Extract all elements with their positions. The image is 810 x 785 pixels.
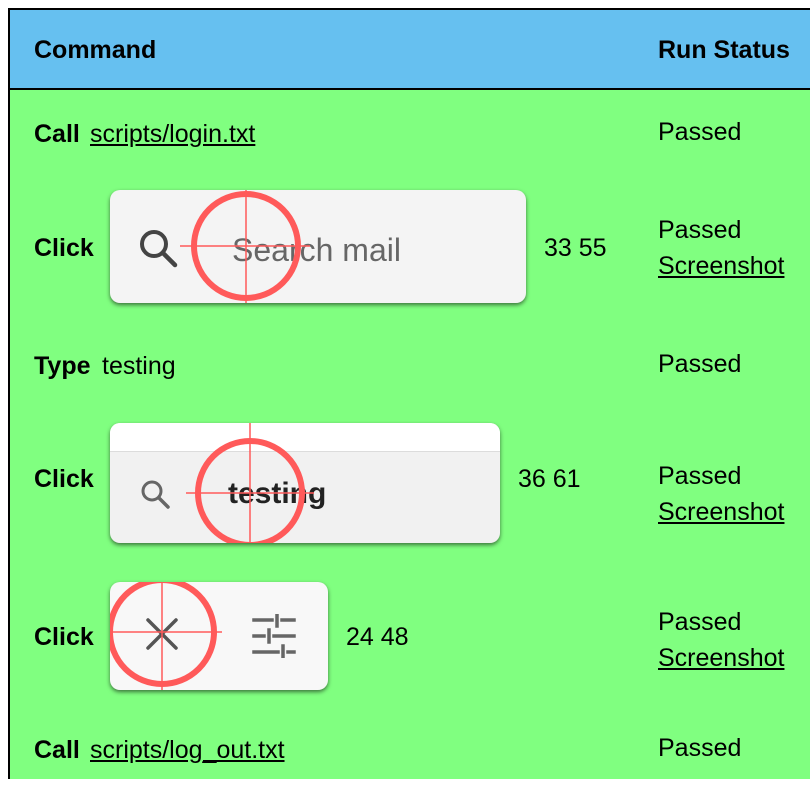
- click-coordinates: 36 61: [518, 465, 581, 493]
- run-status-cell: Passed Screenshot: [658, 212, 784, 284]
- script-link[interactable]: scripts/log_out.txt: [90, 736, 285, 765]
- table-row: Click testing 36 61 Passed Screenshot: [10, 420, 810, 550]
- run-status: Passed: [658, 734, 742, 762]
- run-status: Passed: [658, 118, 742, 146]
- table-row: Type testing Passed: [10, 320, 810, 420]
- search-icon: [140, 230, 178, 268]
- click-target-thumbnail: Search mail: [110, 190, 526, 303]
- screenshot-link[interactable]: Screenshot: [658, 640, 784, 676]
- run-status-cell: Passed Screenshot: [658, 458, 784, 530]
- command-label: Call: [34, 736, 80, 764]
- typed-text: testing: [102, 352, 176, 380]
- click-coordinates: 33 55: [544, 234, 607, 262]
- screenshot-link[interactable]: Screenshot: [658, 248, 784, 284]
- header-run-status: Run Status: [658, 36, 790, 64]
- table-row: Call scripts/login.txt Passed: [10, 90, 810, 190]
- run-status-cell: Passed Screenshot: [658, 604, 784, 676]
- command-label: Click: [34, 465, 94, 493]
- table-header: Command Run Status: [10, 10, 810, 90]
- thumbnail-top-band: [110, 423, 500, 452]
- command-table: Command Run Status Call scripts/login.tx…: [8, 8, 810, 779]
- tune-icon: [252, 614, 296, 658]
- table-row: Click 24 48 Passed Screenshot: [10, 570, 810, 700]
- screenshot-link[interactable]: Screenshot: [658, 494, 784, 530]
- search-icon: [141, 480, 170, 509]
- close-icon: [146, 618, 178, 650]
- table-row: Call scripts/log_out.txt Passed: [10, 722, 810, 782]
- script-link[interactable]: scripts/login.txt: [90, 120, 255, 149]
- run-status: Passed: [658, 216, 742, 244]
- run-status: Passed: [658, 608, 742, 636]
- header-command: Command: [34, 36, 157, 64]
- run-status: Passed: [658, 350, 742, 378]
- command-label: Type: [34, 352, 91, 380]
- click-coordinates: 24 48: [346, 623, 409, 651]
- click-target-thumbnail: testing: [110, 423, 500, 543]
- command-label: Click: [34, 623, 94, 651]
- run-status: Passed: [658, 462, 742, 490]
- search-placeholder: Search mail: [232, 232, 401, 268]
- click-target-thumbnail: [110, 582, 328, 690]
- search-query-text: testing: [228, 477, 327, 510]
- command-label: Click: [34, 234, 94, 262]
- table-row: Click Search mail 33 55 Passed Screensho…: [10, 190, 810, 320]
- command-label: Call: [34, 120, 80, 148]
